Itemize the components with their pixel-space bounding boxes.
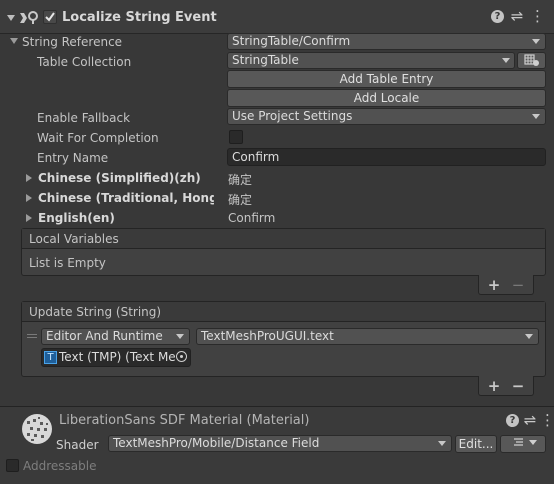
shader-dropdown[interactable]: TextMeshPro/Mobile/Distance Field — [108, 435, 452, 452]
string-reference-dropdown[interactable]: StringTable/Confirm — [227, 33, 546, 50]
wait-for-completion-checkbox[interactable] — [229, 130, 243, 144]
enable-fallback-value: Use Project Settings — [232, 109, 353, 123]
checkmark-icon — [45, 12, 55, 22]
add-locale-button[interactable]: Add Locale — [227, 89, 546, 107]
locale-foldout-icon[interactable] — [26, 174, 32, 182]
tmp-text-icon: T — [44, 351, 57, 364]
table-collection-label: Table Collection — [37, 55, 132, 69]
collapse-arrow-icon[interactable] — [7, 15, 15, 21]
list-options-icon — [514, 438, 537, 446]
table-collection-dropdown[interactable]: StringTable — [227, 52, 515, 69]
chevron-down-icon — [502, 58, 510, 63]
enable-fallback-label: Enable Fallback — [37, 111, 131, 125]
help-icon[interactable]: ? — [491, 10, 504, 23]
component-title: Localize String Event — [62, 10, 217, 25]
target-object-value: Text (TMP) (Text Me — [59, 350, 176, 364]
locale-value: 确定 — [228, 173, 253, 187]
add-icon[interactable]: + — [486, 377, 502, 395]
addressable-label: Addressable — [23, 459, 97, 473]
chevron-down-icon — [532, 39, 540, 44]
chevron-down-icon — [525, 334, 533, 339]
object-picker-icon[interactable] — [176, 351, 187, 362]
locale-value: Confirm — [228, 211, 276, 225]
local-variables-title: Local Variables — [29, 232, 119, 246]
entry-name-label: Entry Name — [37, 151, 109, 165]
drag-handle-icon[interactable] — [27, 334, 37, 338]
string-reference-value: StringTable/Confirm — [232, 34, 351, 48]
add-icon[interactable]: + — [486, 276, 502, 294]
table-editor-icon — [523, 54, 539, 66]
context-menu-icon[interactable]: ⋮ — [530, 7, 545, 25]
enable-fallback-dropdown[interactable]: Use Project Settings — [227, 108, 546, 125]
function-value: TextMeshProUGUI.text — [201, 329, 334, 343]
material-preview-icon — [21, 413, 53, 445]
update-string-title: Update String (String) — [29, 305, 162, 319]
shader-value: TextMeshPro/Mobile/Distance Field — [113, 436, 320, 450]
table-collection-value: StringTable — [232, 53, 299, 67]
remove-icon[interactable]: − — [510, 377, 526, 395]
addressable-checkbox[interactable] — [6, 459, 19, 472]
string-reference-foldout-icon[interactable] — [10, 38, 18, 44]
event-script-icon — [18, 9, 40, 25]
target-object-field[interactable]: T Text (TMP) (Text Me — [41, 348, 191, 367]
chevron-down-icon — [532, 114, 540, 119]
list-empty-text: List is Empty — [29, 256, 106, 270]
locale-name: Chinese (Simplified)(zh) — [38, 171, 201, 185]
runtime-mode-value: Editor And Runtime — [46, 329, 163, 343]
presets-icon[interactable]: ⇌ — [509, 7, 525, 25]
locale-foldout-icon[interactable] — [26, 214, 32, 222]
add-table-entry-button[interactable]: Add Table Entry — [227, 70, 546, 88]
component-enabled-checkbox[interactable] — [43, 10, 57, 24]
runtime-mode-dropdown[interactable]: Editor And Runtime — [41, 328, 190, 345]
help-icon[interactable]: ? — [506, 414, 519, 427]
function-dropdown[interactable]: TextMeshProUGUI.text — [196, 328, 539, 345]
presets-icon[interactable]: ⇌ — [522, 411, 538, 429]
locale-name: Chinese (Traditional, Hong Ko — [38, 191, 214, 205]
wait-for-completion-label: Wait For Completion — [37, 131, 159, 145]
locale-name: English(en) — [38, 211, 115, 225]
table-editor-button[interactable] — [517, 52, 546, 69]
chevron-down-icon — [176, 334, 184, 339]
locale-value: 确定 — [228, 193, 253, 207]
material-title: LiberationSans SDF Material (Material) — [59, 413, 310, 428]
edit-shader-button[interactable]: Edit... — [455, 435, 497, 453]
shader-label: Shader — [56, 438, 99, 452]
entry-name-input[interactable]: Confirm — [227, 148, 546, 166]
locale-foldout-icon[interactable] — [26, 194, 32, 202]
chevron-down-icon — [438, 441, 446, 446]
string-reference-label: String Reference — [22, 35, 123, 49]
remove-icon[interactable]: − — [510, 276, 526, 294]
shader-options-button[interactable] — [500, 435, 546, 453]
context-menu-icon[interactable]: ⋮ — [540, 411, 554, 429]
